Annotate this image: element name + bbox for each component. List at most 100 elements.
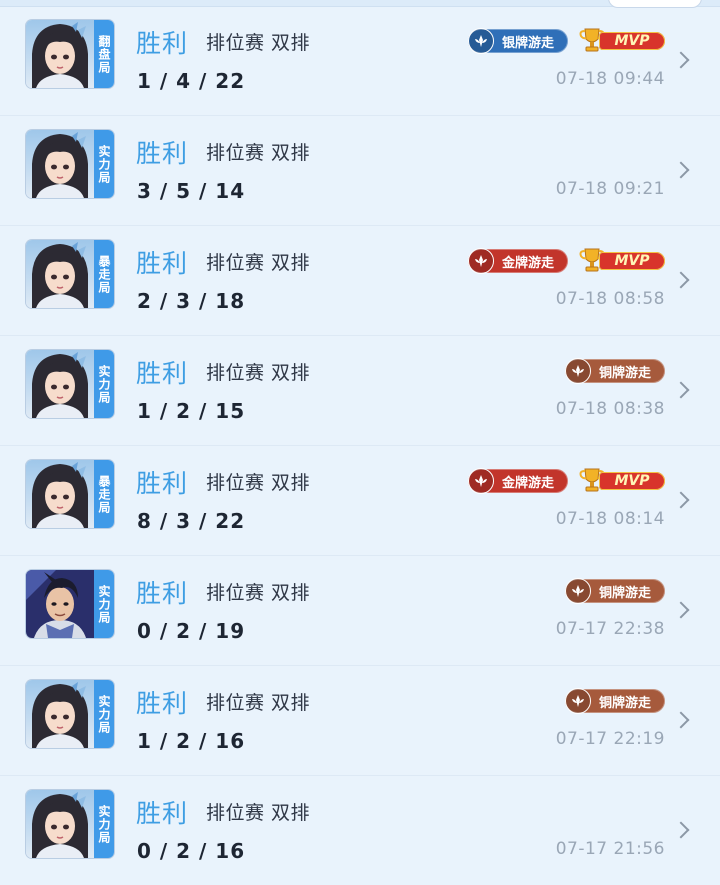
chevron-right-icon[interactable] [672, 711, 690, 729]
match-time: 07-18 08:14 [555, 509, 665, 529]
match-mode: 排位赛 双排 [206, 32, 311, 54]
hero-avatar: 实力局 [26, 790, 114, 858]
chevron-right-icon[interactable] [672, 381, 690, 399]
wings-icon [467, 28, 494, 54]
kda-score: 3 / 5 / 14 [137, 179, 246, 203]
badge-group: 金牌游走 MVP [467, 248, 665, 274]
match-row[interactable]: 实力局 胜利 排位赛 双排 0 / 2 / 16 07-17 21:56 [0, 776, 720, 885]
mvp-label: MVP [599, 252, 665, 270]
match-tag: 实力局 [94, 130, 114, 198]
chevron-right-icon[interactable] [672, 821, 690, 839]
mvp-badge: MVP [577, 248, 665, 273]
match-mode: 排位赛 双排 [206, 142, 311, 164]
badge-label: 金牌游走 [501, 475, 554, 491]
match-tag: 暴走局 [94, 240, 114, 308]
role-badge-bronze: 铜牌游走 [564, 688, 665, 714]
match-row[interactable]: 翻盘局 胜利 排位赛 双排 1 / 4 / 22 银牌游走 MVP 07-18 … [0, 6, 720, 116]
match-tag: 暴走局 [94, 460, 114, 528]
match-row[interactable]: 实力局 胜利 排位赛 双排 1 / 2 / 16 铜牌游走 07-17 22:1… [0, 666, 720, 776]
hero-avatar: 实力局 [26, 570, 114, 638]
kda-score: 8 / 3 / 22 [137, 509, 246, 533]
match-row[interactable]: 暴走局 胜利 排位赛 双排 8 / 3 / 22 金牌游走 MVP 07-18 … [0, 446, 720, 556]
mvp-badge: MVP [577, 468, 665, 493]
role-badge-gold: 金牌游走 [467, 248, 568, 274]
role-badge-silver: 银牌游走 [467, 28, 568, 54]
match-result: 胜利 [136, 579, 189, 608]
chevron-right-icon[interactable] [672, 491, 690, 509]
hero-portrait-icon [26, 130, 94, 198]
match-mode: 排位赛 双排 [206, 252, 311, 274]
hero-portrait-icon [26, 570, 94, 638]
hero-portrait-icon [26, 680, 94, 748]
mvp-label: MVP [599, 32, 665, 50]
match-time: 07-17 22:19 [555, 729, 665, 749]
match-result: 胜利 [136, 29, 189, 58]
hero-portrait-icon [26, 790, 94, 858]
match-history-list: 翻盘局 胜利 排位赛 双排 1 / 4 / 22 银牌游走 MVP 07-18 … [0, 6, 720, 885]
badge-group: 铜牌游走 [564, 688, 665, 714]
hero-portrait-icon [26, 20, 94, 88]
hero-avatar: 实力局 [26, 130, 114, 198]
match-result: 胜利 [136, 689, 189, 718]
badge-label: 铜牌游走 [598, 695, 651, 711]
hero-portrait-icon [26, 460, 94, 528]
match-result: 胜利 [136, 359, 189, 388]
hero-avatar: 实力局 [26, 680, 114, 748]
match-result: 胜利 [136, 469, 189, 498]
match-tag: 实力局 [94, 570, 114, 638]
chevron-right-icon[interactable] [672, 601, 690, 619]
badge-label: 铜牌游走 [598, 365, 651, 381]
match-time: 07-17 21:56 [555, 839, 665, 859]
wings-icon [467, 248, 494, 274]
match-tag: 实力局 [94, 790, 114, 858]
badge-group: 铜牌游走 [564, 358, 665, 384]
match-tag: 翻盘局 [94, 20, 114, 88]
hero-avatar: 暴走局 [26, 240, 114, 308]
chevron-right-icon[interactable] [672, 161, 690, 179]
badge-label: 银牌游走 [501, 35, 554, 51]
match-row[interactable]: 实力局 胜利 排位赛 双排 1 / 2 / 15 铜牌游走 07-18 08:3… [0, 336, 720, 446]
chevron-right-icon[interactable] [672, 51, 690, 69]
badge-group: 银牌游走 MVP [467, 28, 665, 54]
wings-icon [467, 468, 494, 494]
hero-avatar: 实力局 [26, 350, 114, 418]
match-mode: 排位赛 双排 [206, 692, 311, 714]
match-tag: 实力局 [94, 680, 114, 748]
kda-score: 2 / 3 / 18 [137, 289, 246, 313]
match-time: 07-18 08:38 [555, 399, 665, 419]
role-badge-bronze: 铜牌游走 [564, 578, 665, 604]
hero-portrait-icon [26, 350, 94, 418]
hero-avatar: 暴走局 [26, 460, 114, 528]
kda-score: 1 / 2 / 16 [137, 729, 246, 753]
match-row[interactable]: 实力局 胜利 排位赛 双排 3 / 5 / 14 07-18 09:21 [0, 116, 720, 226]
role-badge-bronze: 铜牌游走 [564, 358, 665, 384]
match-tag: 实力局 [94, 350, 114, 418]
match-time: 07-18 09:44 [555, 69, 665, 89]
badge-group: 金牌游走 MVP [467, 468, 665, 494]
match-mode: 排位赛 双排 [206, 362, 311, 384]
kda-score: 1 / 4 / 22 [137, 69, 246, 93]
mvp-badge: MVP [577, 28, 665, 53]
match-result: 胜利 [136, 139, 189, 168]
match-mode: 排位赛 双排 [206, 582, 311, 604]
role-badge-gold: 金牌游走 [467, 468, 568, 494]
match-time: 07-17 22:38 [555, 619, 665, 639]
wings-icon [564, 358, 591, 384]
wings-icon [564, 688, 591, 714]
match-row[interactable]: 实力局 胜利 排位赛 双排 0 / 2 / 19 铜牌游走 07-17 22:3… [0, 556, 720, 666]
match-time: 07-18 09:21 [555, 179, 665, 199]
wings-icon [564, 578, 591, 604]
match-result: 胜利 [136, 799, 189, 828]
badge-group: 铜牌游走 [564, 578, 665, 604]
chevron-right-icon[interactable] [672, 271, 690, 289]
hero-portrait-icon [26, 240, 94, 308]
match-result: 胜利 [136, 249, 189, 278]
kda-score: 1 / 2 / 15 [137, 399, 246, 423]
hero-avatar: 翻盘局 [26, 20, 114, 88]
kda-score: 0 / 2 / 16 [137, 839, 246, 863]
mvp-label: MVP [599, 472, 665, 490]
match-row[interactable]: 暴走局 胜利 排位赛 双排 2 / 3 / 18 金牌游走 MVP 07-18 … [0, 226, 720, 336]
match-mode: 排位赛 双排 [206, 802, 311, 824]
match-mode: 排位赛 双排 [206, 472, 311, 494]
match-time: 07-18 08:58 [555, 289, 665, 309]
